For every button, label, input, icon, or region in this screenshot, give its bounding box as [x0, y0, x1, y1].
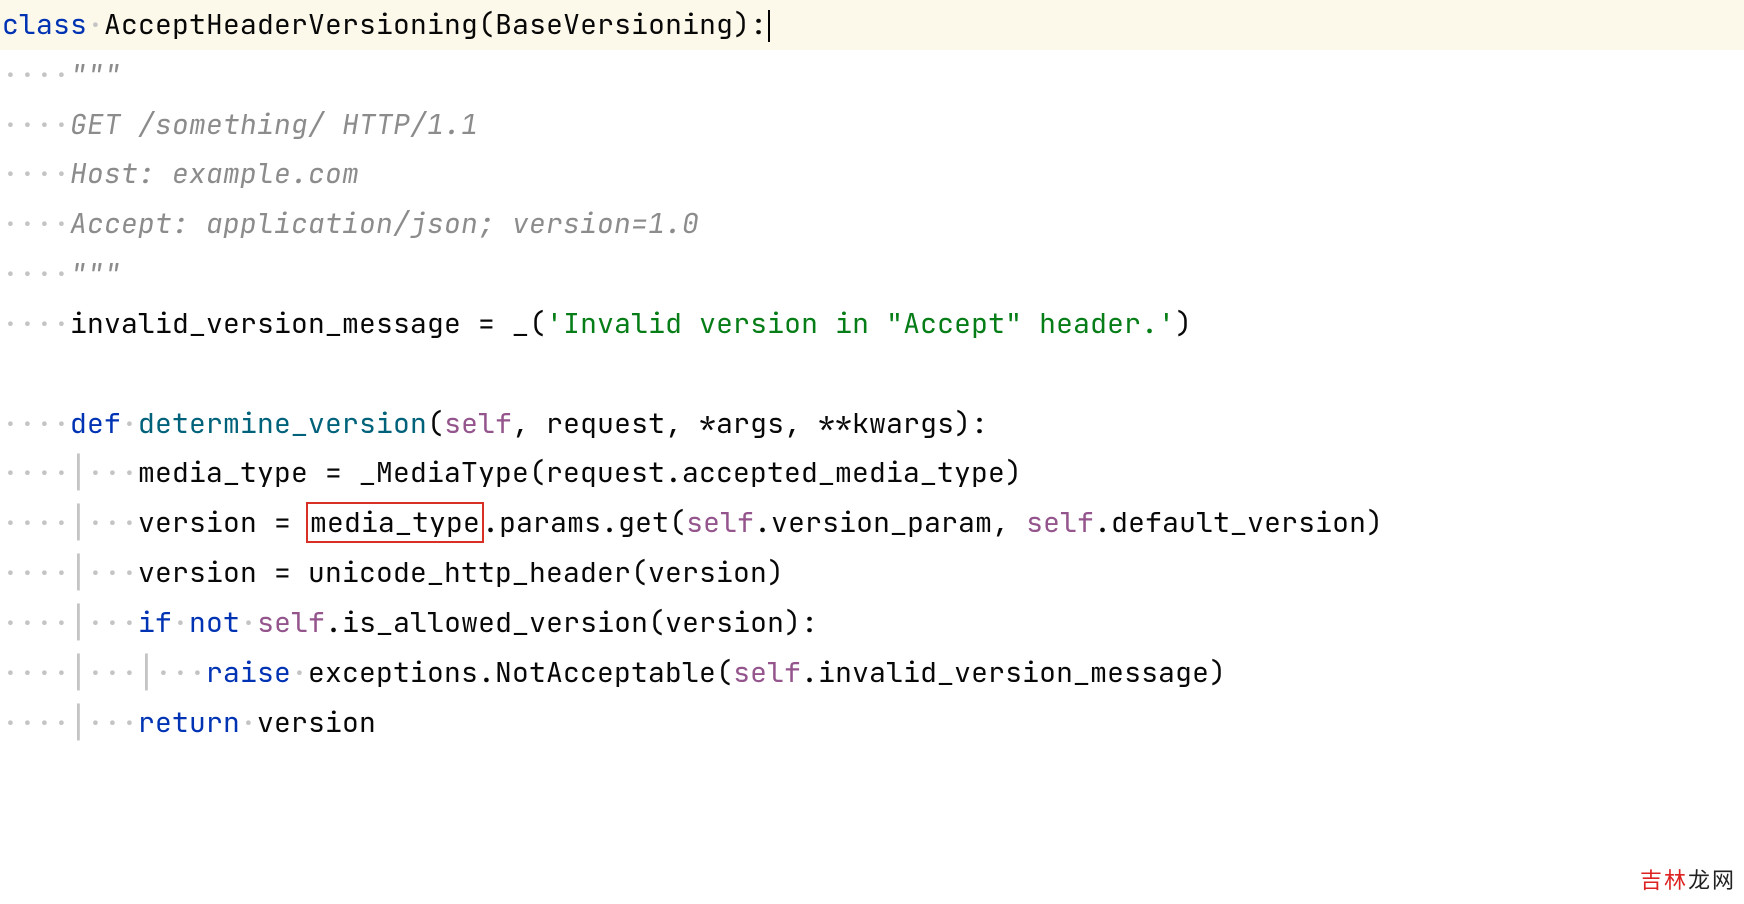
code-line-blank[interactable] — [0, 349, 1744, 399]
code-line-12[interactable]: ····│···if·not·self.is_allowed_version(v… — [0, 598, 1744, 648]
code-editor[interactable]: class·AcceptHeaderVersioning(BaseVersion… — [0, 0, 1744, 747]
code-line-4[interactable]: ····Host: example.com — [0, 149, 1744, 199]
code-line-7[interactable]: ····invalid_version_message = _('Invalid… — [0, 299, 1744, 349]
keyword-raise: raise — [206, 654, 291, 691]
param-self: self — [444, 405, 512, 442]
variable: invalid_version_message — [70, 305, 461, 342]
variable: version — [138, 554, 257, 591]
indent-dots: ···· — [2, 56, 70, 93]
self-ref: self — [686, 504, 754, 541]
indent-guide: ····│···│··· — [2, 654, 206, 691]
watermark: 吉林龙网 — [1640, 861, 1736, 900]
code-line-6[interactable]: ····""" — [0, 249, 1744, 299]
self-ref: self — [257, 604, 325, 641]
keyword-not: not — [189, 604, 240, 641]
code-line-1[interactable]: class·AcceptHeaderVersioning(BaseVersion… — [0, 0, 1744, 50]
docstring-text: Host: example.com — [70, 155, 359, 192]
indent-dots: ···· — [2, 255, 70, 292]
variable: media_type — [138, 454, 308, 491]
indent-guide: ····│··· — [2, 454, 138, 491]
keyword-class: class — [2, 6, 87, 43]
code-line-3[interactable]: ····GET /something/ HTTP/1.1 — [0, 100, 1744, 150]
expression: unicode_http_header(version) — [308, 554, 784, 591]
variable: version — [257, 704, 376, 741]
params: , request, *args, **kwargs): — [512, 405, 988, 442]
indent-guide: ····│··· — [2, 604, 138, 641]
keyword-if: if — [138, 604, 172, 641]
code-line-5[interactable]: ····Accept: application/json; version=1.… — [0, 199, 1744, 249]
indent-dots: ···· — [2, 106, 70, 143]
base-class: BaseVersioning — [495, 6, 733, 43]
code-line-11[interactable]: ····│···version = unicode_http_header(ve… — [0, 548, 1744, 598]
docstring-close: """ — [70, 255, 121, 292]
indent-guide: ····│··· — [2, 554, 138, 591]
indent-guide: ····│··· — [2, 504, 138, 541]
docstring-text: Accept: application/json; version=1.0 — [70, 205, 699, 242]
code-line-13[interactable]: ····│···│···raise·exceptions.NotAcceptab… — [0, 648, 1744, 698]
indent-dots: ···· — [2, 155, 70, 192]
class-name: AcceptHeaderVersioning — [104, 6, 478, 43]
code-line-10[interactable]: ····│···version = media_type.params.get(… — [0, 498, 1744, 548]
indent-dots: ···· — [2, 305, 70, 342]
expression: _MediaType(request.accepted_media_type) — [359, 454, 1022, 491]
keyword-def: def — [70, 405, 121, 442]
self-ref: self — [733, 654, 801, 691]
string-literal: 'Invalid version in "Accept" header.' — [546, 305, 1175, 342]
highlighted-token: media_type — [310, 504, 480, 541]
code-line-2[interactable]: ····""" — [0, 50, 1744, 100]
indent-guide: ····│··· — [2, 704, 138, 741]
function-name: determine_version — [138, 405, 427, 442]
indent-dots: ···· — [2, 405, 70, 442]
code-line-8[interactable]: ····def·determine_version(self, request,… — [0, 399, 1744, 449]
self-ref: self — [1026, 504, 1094, 541]
keyword-return: return — [138, 704, 240, 741]
docstring-text: GET /something/ HTTP/1.1 — [70, 106, 478, 143]
variable: version — [138, 504, 257, 541]
function-call: _ — [512, 305, 529, 342]
code-line-14[interactable]: ····│···return·version — [0, 698, 1744, 748]
highlighted-token-box: media_type — [306, 502, 484, 543]
text-cursor — [768, 10, 770, 42]
docstring-open: """ — [70, 56, 121, 93]
code-line-9[interactable]: ····│···media_type = _MediaType(request.… — [0, 448, 1744, 498]
indent-dots: ···· — [2, 205, 70, 242]
